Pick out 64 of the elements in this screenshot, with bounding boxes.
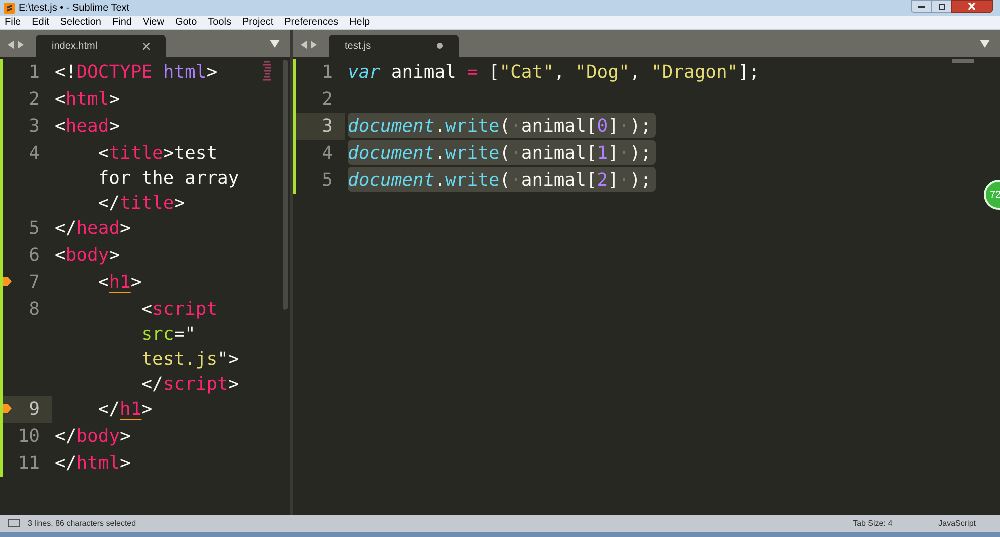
line-number: 5	[29, 218, 40, 239]
minimize-button[interactable]	[911, 0, 932, 13]
menu-item[interactable]: Find	[112, 15, 132, 30]
minimap-drawing	[952, 59, 974, 63]
line-number: 7	[29, 272, 40, 293]
line-number: 4	[322, 143, 333, 164]
menu-item[interactable]: View	[142, 15, 164, 30]
file-tab[interactable]: index.html	[36, 35, 166, 57]
dropdown-caret-icon[interactable]	[980, 40, 990, 48]
menu-item[interactable]: File	[5, 15, 22, 30]
close-button[interactable]	[951, 0, 993, 13]
code-line: src="	[140, 323, 197, 346]
menu-item[interactable]: Edit	[32, 15, 50, 30]
code-line: <body>	[55, 244, 122, 267]
line-number: 1	[29, 62, 40, 83]
line-number: 9	[29, 399, 40, 420]
tab-nav-arrows-icon[interactable]	[8, 41, 24, 49]
code-line: <html>	[55, 88, 122, 111]
menu-item[interactable]: Tools	[208, 15, 232, 30]
line-number: 6	[29, 245, 40, 266]
window-title: E:\test.js • - Sublime Text	[19, 2, 130, 16]
bookmark-icon	[3, 404, 12, 413]
line-number: 5	[322, 170, 333, 191]
code-line: <!DOCTYPE html>	[55, 61, 219, 84]
line-number: 11	[18, 453, 40, 474]
line-number: 3	[29, 116, 40, 137]
app-logo-icon	[4, 2, 15, 14]
line-number: 8	[29, 299, 40, 320]
status-text: 3 lines, 86 characters selected	[28, 518, 136, 530]
code-line: var animal = ["Cat", "Dog", "Dragon"];	[348, 61, 761, 84]
line-number: 2	[29, 89, 40, 110]
restore-button[interactable]	[932, 0, 951, 13]
minimap-drawing	[262, 61, 274, 83]
line-number: 2	[322, 89, 333, 110]
line-number: 3	[322, 116, 333, 137]
close-icon[interactable]	[143, 42, 150, 50]
code-line: test.js">	[140, 348, 240, 371]
code-line: </body>	[55, 425, 132, 448]
tab-size-indicator[interactable]: Tab Size: 4	[853, 518, 893, 530]
code-line: <head>	[55, 115, 122, 138]
line-number: 1	[322, 62, 333, 83]
code-line: </head>	[55, 217, 132, 240]
file-tab[interactable]: test.js	[329, 35, 459, 57]
syntax-indicator[interactable]: JavaScript	[938, 518, 976, 530]
code-line: </script>	[140, 373, 240, 396]
close-icon	[968, 3, 976, 10]
line-number: 10	[18, 426, 40, 447]
bookmark-icon	[3, 277, 12, 286]
line-number: 4	[29, 143, 40, 164]
code-line: </title>	[97, 192, 186, 215]
dropdown-caret-icon[interactable]	[270, 40, 280, 48]
menu-item[interactable]: Goto	[175, 15, 198, 30]
code-line: <h1>	[97, 271, 143, 294]
console-icon[interactable]	[8, 519, 20, 528]
menu-item[interactable]: Selection	[60, 15, 102, 30]
menu-item[interactable]: Project	[242, 15, 274, 30]
menu-item[interactable]: Help	[350, 15, 370, 30]
code-line: <script	[140, 298, 219, 321]
tab-nav-arrows-icon[interactable]	[301, 41, 317, 49]
code-line: <title>test	[97, 142, 219, 165]
code-line: </html>	[55, 452, 132, 475]
code-line: </h1>	[97, 398, 154, 421]
code-line: for the array	[97, 167, 240, 190]
menu-item[interactable]: Preferences	[284, 15, 339, 30]
